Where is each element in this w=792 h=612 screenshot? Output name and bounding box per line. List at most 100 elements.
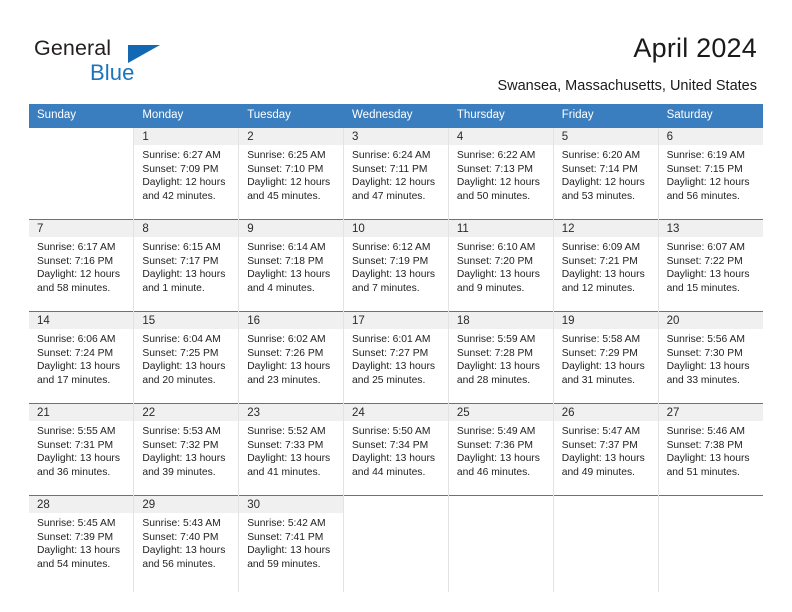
weekday-header-saturday: Saturday [658,104,763,128]
daylight-text: Daylight: 13 hours and 20 minutes. [142,361,226,386]
sunrise-text: Sunrise: 6:15 AM [142,242,221,253]
day-number: 12 [553,220,658,237]
day-number: 13 [658,220,763,237]
calendar-day-cell[interactable]: 9 Sunrise: 6:14 AM Sunset: 7:18 PM Daylight… [238,219,345,312]
calendar-day-cell[interactable]: 15 Sunrise: 6:04 AM Sunset: 7:25 PM Dayligh… [133,311,240,404]
sunrise-text: Sunrise: 5:49 AM [456,426,536,437]
calendar-cell-empty [658,495,763,592]
calendar-day-cell[interactable]: 19 Sunrise: 5:58 AM Sunset: 7:29 PM Dayligh… [553,311,659,404]
sunset-text: Sunset: 7:15 PM [666,163,743,175]
sunrise-text: Sunrise: 6:09 AM [561,242,641,253]
sunrise-text: Sunrise: 6:06 AM [37,334,116,345]
sunrise-text: Sunrise: 5:52 AM [247,426,326,437]
calendar-day-cell[interactable]: 13 Sunrise: 6:07 AM Sunset: 7:22 PM Dayligh… [658,219,763,312]
day-details: Sunrise: 5:49 AM Sunset: 7:36 PM Daylight:… [449,421,553,479]
calendar-day-cell[interactable]: 17 Sunrise: 6:01 AM Sunset: 7:27 PM Dayligh… [343,311,449,404]
day-details: Sunrise: 5:46 AM Sunset: 7:38 PM Daylight:… [659,421,763,479]
day-number: 16 [239,312,344,329]
calendar-body: 1 Sunrise: 6:27 AM Sunset: 7:09 PM Daylight… [29,127,763,592]
daylight-text: Daylight: 13 hours and 39 minutes. [142,453,226,478]
calendar-day-cell[interactable]: 7 Sunrise: 6:17 AM Sunset: 7:16 PM Daylight… [29,219,135,312]
daylight-text: Daylight: 13 hours and 41 minutes. [247,453,331,478]
sunrise-text: Sunrise: 5:58 AM [561,334,641,345]
sunrise-text: Sunrise: 6:27 AM [142,150,221,161]
daylight-text: Daylight: 13 hours and 7 minutes. [352,269,436,294]
day-number: 28 [29,496,134,513]
sunrise-text: Sunrise: 6:02 AM [247,334,326,345]
sunset-text: Sunset: 7:10 PM [247,163,324,175]
calendar-day-cell[interactable]: 2 Sunrise: 6:25 AM Sunset: 7:10 PM Daylight… [238,127,345,220]
sunrise-text: Sunrise: 6:25 AM [247,150,326,161]
page-title: April 2024 [633,33,757,63]
page-subtitle-location: Swansea, Massachusetts, United States [497,78,757,94]
calendar-day-cell[interactable]: 18 Sunrise: 5:59 AM Sunset: 7:28 PM Dayligh… [448,311,554,404]
calendar-day-cell[interactable]: 20 Sunrise: 5:56 AM Sunset: 7:30 PM Dayligh… [658,311,763,404]
calendar-day-cell[interactable]: 28 Sunrise: 5:45 AM Sunset: 7:39 PM Dayligh… [29,495,135,592]
day-number: 17 [344,312,448,329]
sunset-text: Sunset: 7:19 PM [352,255,429,267]
calendar-header-row: Sunday Monday Tuesday Wednesday Thursday Frid… [29,104,763,128]
sunset-text: Sunset: 7:26 PM [247,347,324,359]
calendar-day-cell[interactable]: 1 Sunrise: 6:27 AM Sunset: 7:09 PM Daylight… [133,127,240,220]
calendar-day-cell[interactable]: 25 Sunrise: 5:49 AM Sunset: 7:36 PM Dayligh… [448,403,554,496]
calendar-day-cell[interactable]: 6 Sunrise: 6:19 AM Sunset: 7:15 PM Daylight… [658,127,763,220]
calendar-day-cell[interactable]: 30 Sunrise: 5:42 AM Sunset: 7:41 PM Dayligh… [238,495,345,592]
sunset-text: Sunset: 7:24 PM [37,347,114,359]
calendar-day-cell[interactable]: 5 Sunrise: 6:20 AM Sunset: 7:14 PM Daylight… [553,127,659,220]
day-details: Sunrise: 6:24 AM Sunset: 7:11 PM Daylight:… [344,145,448,203]
calendar-day-cell[interactable]: 23 Sunrise: 5:52 AM Sunset: 7:33 PM Dayligh… [238,403,345,496]
calendar-day-cell[interactable]: 11 Sunrise: 6:10 AM Sunset: 7:20 PM Dayligh… [448,219,554,312]
calendar-day-cell[interactable]: 21 Sunrise: 5:55 AM Sunset: 7:31 PM Dayligh… [29,403,135,496]
weekday-header: Sunday Monday Tuesday Wednesday Thursday Frid… [29,104,763,128]
day-details: Sunrise: 5:58 AM Sunset: 7:29 PM Daylight:… [554,329,658,387]
day-number: 27 [658,404,763,421]
sunrise-text: Sunrise: 5:42 AM [247,518,326,529]
day-number: 26 [553,404,658,421]
sunset-text: Sunset: 7:33 PM [247,439,324,451]
daylight-text: Daylight: 12 hours and 45 minutes. [247,177,331,202]
calendar-cell-empty [448,495,554,592]
day-details: Sunrise: 6:14 AM Sunset: 7:18 PM Daylight:… [239,237,343,295]
calendar-week-row: 28 Sunrise: 5:45 AM Sunset: 7:39 PM Dayligh… [29,495,763,592]
sunset-text: Sunset: 7:11 PM [352,163,428,175]
calendar-day-cell[interactable]: 4 Sunrise: 6:22 AM Sunset: 7:13 PM Daylight… [448,127,554,220]
sunset-text: Sunset: 7:21 PM [561,255,638,267]
day-details: Sunrise: 6:15 AM Sunset: 7:17 PM Daylight:… [134,237,238,295]
calendar-day-cell[interactable]: 22 Sunrise: 5:53 AM Sunset: 7:32 PM Dayligh… [133,403,240,496]
sunrise-text: Sunrise: 6:07 AM [666,242,745,253]
daylight-text: Daylight: 13 hours and 1 minute. [142,269,226,294]
calendar-day-cell[interactable]: 29 Sunrise: 5:43 AM Sunset: 7:40 PM Dayligh… [133,495,240,592]
calendar-page: General Blue April 2024 Swansea, Massach… [0,0,792,612]
calendar-day-cell[interactable]: 10 Sunrise: 6:12 AM Sunset: 7:19 PM Dayligh… [343,219,449,312]
sunset-text: Sunset: 7:29 PM [561,347,638,359]
calendar-day-cell[interactable]: 14 Sunrise: 6:06 AM Sunset: 7:24 PM Dayligh… [29,311,135,404]
sunrise-text: Sunrise: 5:47 AM [561,426,641,437]
calendar-cell-empty [343,495,449,592]
calendar-day-cell[interactable]: 27 Sunrise: 5:46 AM Sunset: 7:38 PM Dayligh… [658,403,763,496]
day-number [658,496,763,513]
day-number: 10 [344,220,448,237]
calendar-day-cell[interactable]: 8 Sunrise: 6:15 AM Sunset: 7:17 PM Daylight… [133,219,240,312]
weekday-header-tuesday: Tuesday [238,104,345,128]
calendar-day-cell[interactable]: 12 Sunrise: 6:09 AM Sunset: 7:21 PM Dayligh… [553,219,659,312]
weekday-header-sunday: Sunday [29,104,135,128]
sunrise-text: Sunrise: 6:19 AM [666,150,745,161]
day-details: Sunrise: 6:01 AM Sunset: 7:27 PM Daylight:… [344,329,448,387]
calendar-cell-empty [553,495,659,592]
weekday-header-monday: Monday [133,104,240,128]
day-number: 3 [344,128,448,145]
day-details [449,513,553,517]
calendar-grid: Sunday Monday Tuesday Wednesday Thursday Frid… [29,104,763,592]
logo-text-general: General [34,36,112,60]
calendar-day-cell[interactable]: 3 Sunrise: 6:24 AM Sunset: 7:11 PM Daylight… [343,127,449,220]
day-details: Sunrise: 6:07 AM Sunset: 7:22 PM Daylight:… [659,237,763,295]
general-blue-logo[interactable]: General Blue [34,36,214,88]
sunrise-text: Sunrise: 6:24 AM [352,150,431,161]
calendar-day-cell[interactable]: 24 Sunrise: 5:50 AM Sunset: 7:34 PM Dayligh… [343,403,449,496]
day-number: 23 [239,404,344,421]
sunrise-text: Sunrise: 6:20 AM [561,150,641,161]
calendar-day-cell[interactable]: 16 Sunrise: 6:02 AM Sunset: 7:26 PM Dayligh… [238,311,345,404]
sunrise-text: Sunrise: 5:55 AM [37,426,116,437]
calendar-day-cell[interactable]: 26 Sunrise: 5:47 AM Sunset: 7:37 PM Dayligh… [553,403,659,496]
day-details: Sunrise: 5:45 AM Sunset: 7:39 PM Daylight:… [29,513,133,571]
